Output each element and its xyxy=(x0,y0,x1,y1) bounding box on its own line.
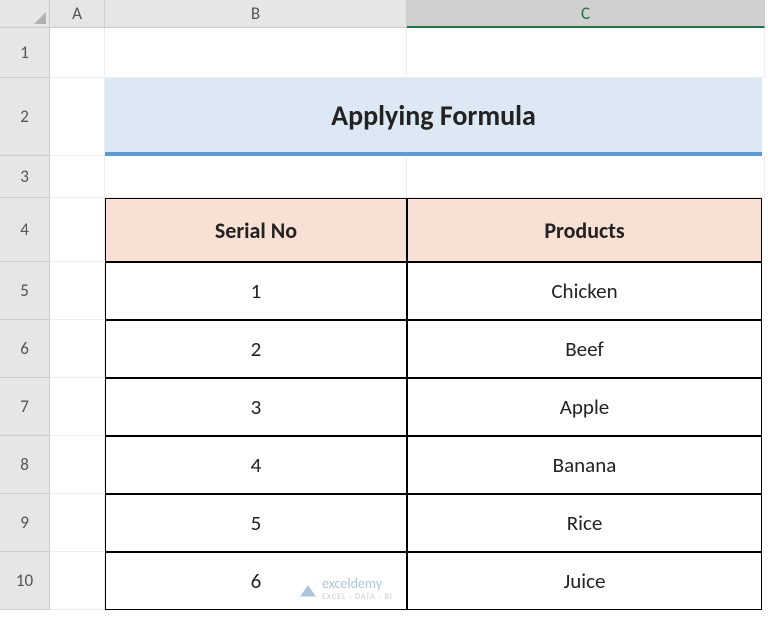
cell-a6[interactable] xyxy=(50,320,105,378)
cell-b3[interactable] xyxy=(105,156,407,198)
column-header-c[interactable]: C xyxy=(407,0,765,28)
select-all-corner[interactable] xyxy=(0,0,50,28)
title-cell[interactable]: Applying Formula xyxy=(105,78,762,156)
cell-a1[interactable] xyxy=(50,28,105,78)
spreadsheet-grid: A B C 1 2 Applying Formula 3 4 Serial No… xyxy=(0,0,768,610)
cell-product-3[interactable]: Apple xyxy=(407,378,762,436)
row-header-4[interactable]: 4 xyxy=(0,198,50,262)
cell-a4[interactable] xyxy=(50,198,105,262)
cell-product-4[interactable]: Banana xyxy=(407,436,762,494)
column-header-a[interactable]: A xyxy=(50,0,105,28)
row-header-8[interactable]: 8 xyxy=(0,436,50,494)
row-header-5[interactable]: 5 xyxy=(0,262,50,320)
cell-a5[interactable] xyxy=(50,262,105,320)
row-header-6[interactable]: 6 xyxy=(0,320,50,378)
watermark-sub: EXCEL · DATA · BI xyxy=(322,592,393,602)
cell-c1[interactable] xyxy=(407,28,765,78)
cell-product-6[interactable]: Juice xyxy=(407,552,762,610)
row-header-3[interactable]: 3 xyxy=(0,156,50,198)
row-header-10[interactable]: 10 xyxy=(0,552,50,610)
cell-serial-4[interactable]: 4 xyxy=(105,436,407,494)
cell-serial-2[interactable]: 2 xyxy=(105,320,407,378)
cell-product-2[interactable]: Beef xyxy=(407,320,762,378)
row-header-1[interactable]: 1 xyxy=(0,28,50,78)
cell-a10[interactable] xyxy=(50,552,105,610)
header-serial[interactable]: Serial No xyxy=(105,198,407,262)
row-header-9[interactable]: 9 xyxy=(0,494,50,552)
watermark: exceldemy EXCEL · DATA · BI xyxy=(300,575,393,602)
cell-b1[interactable] xyxy=(105,28,407,78)
row-header-7[interactable]: 7 xyxy=(0,378,50,436)
cell-a2[interactable] xyxy=(50,78,105,156)
cell-c3[interactable] xyxy=(407,156,765,198)
cell-a9[interactable] xyxy=(50,494,105,552)
cell-a8[interactable] xyxy=(50,436,105,494)
cell-product-1[interactable]: Chicken xyxy=(407,262,762,320)
row-header-2[interactable]: 2 xyxy=(0,78,50,156)
cell-serial-3[interactable]: 3 xyxy=(105,378,407,436)
cell-serial-5[interactable]: 5 xyxy=(105,494,407,552)
watermark-icon xyxy=(300,581,316,597)
watermark-name: exceldemy xyxy=(322,575,393,592)
cell-serial-1[interactable]: 1 xyxy=(105,262,407,320)
cell-a3[interactable] xyxy=(50,156,105,198)
column-header-b[interactable]: B xyxy=(105,0,407,28)
cell-a7[interactable] xyxy=(50,378,105,436)
header-products[interactable]: Products xyxy=(407,198,762,262)
cell-product-5[interactable]: Rice xyxy=(407,494,762,552)
